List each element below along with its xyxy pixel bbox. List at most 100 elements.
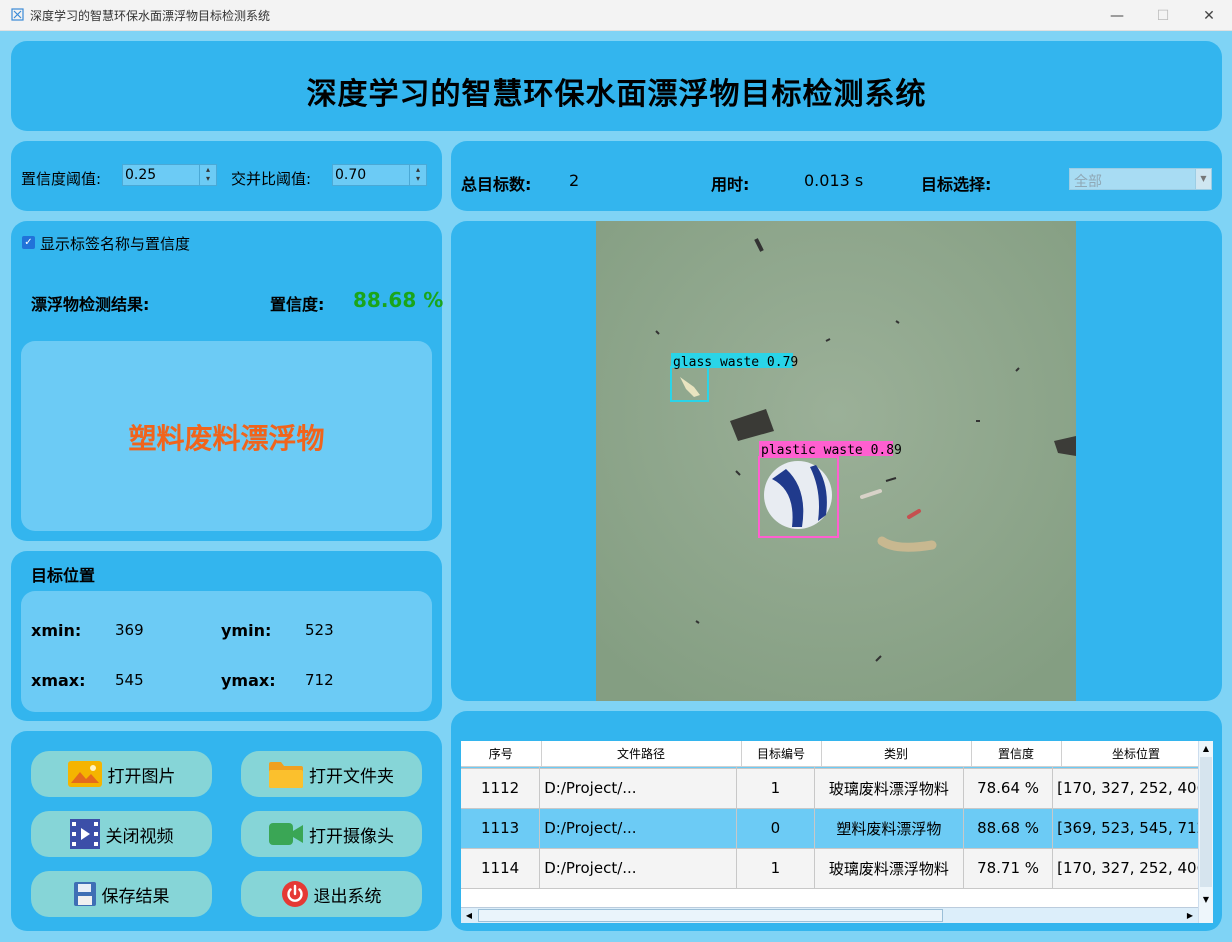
cell-index[interactable]: 1113	[461, 808, 541, 849]
cell-target-id[interactable]: 1	[736, 848, 815, 889]
water-scene: glass waste 0.79 plastic waste 0.89	[596, 221, 1076, 701]
results-table-header: 序号 文件路径 目标编号 类别 置信度 坐标位置	[461, 741, 1212, 767]
vertical-scroll-thumb[interactable]	[1200, 757, 1212, 887]
save-icon	[73, 882, 96, 906]
table-row[interactable]: 1114 D:/Project/... 1 玻璃废料漂浮物料 78.71 % [170, …	[461, 848, 1213, 889]
image-panel: glass waste 0.79 plastic waste 0.89	[451, 221, 1222, 701]
cell-target-id[interactable]: 1	[736, 768, 815, 809]
ymin-value: 523	[305, 621, 334, 639]
app-icon	[11, 8, 24, 21]
cell-path[interactable]: D:/Project/...	[539, 768, 738, 809]
open-image-label: 打开图片	[107, 766, 176, 787]
xmax-label: xmax:	[31, 671, 86, 690]
chevron-down-icon[interactable]: ▼	[1195, 169, 1211, 189]
show-label-text[interactable]: 显示标签名称与置信度	[40, 233, 190, 254]
scroll-left-icon[interactable]: ◀	[461, 908, 477, 923]
page-title: 深度学习的智慧环保水面漂浮物目标检测系统	[306, 77, 927, 112]
exit-system-button[interactable]: 退出系统	[241, 871, 422, 917]
col-header-confidence[interactable]: 置信度	[971, 741, 1062, 767]
total-targets-value: 2	[569, 171, 580, 190]
cell-coords[interactable]: [369, 523, 545, 712]	[1052, 808, 1213, 849]
col-header-class[interactable]: 类别	[821, 741, 972, 767]
cell-confidence[interactable]: 78.71 %	[963, 848, 1054, 889]
target-select-value: 全部	[1074, 174, 1102, 190]
target-select-combo[interactable]: 全部 ▼	[1069, 168, 1212, 190]
power-icon	[281, 881, 308, 907]
open-camera-label: 打开摄像头	[309, 826, 394, 847]
spin-arrows-icon[interactable]: ▴ ▾	[199, 165, 216, 185]
col-header-target-id[interactable]: 目标编号	[741, 741, 822, 767]
elapsed-time-value: 0.013 s	[804, 171, 864, 190]
open-image-button[interactable]: 打开图片	[31, 751, 212, 797]
cell-path[interactable]: D:/Project/...	[539, 808, 738, 849]
position-box: xmin: 369 ymin: 523 xmax: 545 ymax: 712	[21, 591, 432, 712]
close-button[interactable]: ✕	[1186, 0, 1232, 31]
elapsed-time-label: 用时:	[711, 175, 750, 194]
iou-threshold-spinbox[interactable]: 0.70 ▴ ▾	[332, 164, 427, 186]
cell-confidence[interactable]: 88.68 %	[963, 808, 1054, 849]
open-camera-button[interactable]: 打开摄像头	[241, 811, 422, 857]
minimize-icon: —	[1110, 7, 1124, 24]
xmax-value: 545	[115, 671, 144, 689]
exit-system-label: 退出系统	[313, 886, 382, 907]
cell-class[interactable]: 塑料废料漂浮物	[814, 808, 964, 849]
conf-threshold-value: 0.25	[125, 167, 157, 183]
target-select-label: 目标选择:	[921, 175, 992, 194]
col-header-path[interactable]: 文件路径	[541, 741, 742, 767]
cell-index[interactable]: 1114	[461, 848, 541, 889]
glass-waste-detection-label: glass waste 0.79	[673, 355, 798, 370]
conf-threshold-spinbox[interactable]: 0.25 ▴ ▾	[122, 164, 217, 186]
ymin-label: ymin:	[221, 621, 272, 640]
cell-confidence[interactable]: 78.64 %	[963, 768, 1054, 809]
cell-coords[interactable]: [170, 327, 252, 406]	[1052, 848, 1213, 889]
plastic-waste-detection-label: plastic waste 0.89	[761, 443, 902, 458]
table-row[interactable]: 1112 D:/Project/... 1 玻璃废料漂浮物料 78.64 % [170, …	[461, 768, 1213, 809]
folder-icon	[269, 760, 303, 788]
app-client: 深度学习的智慧环保水面漂浮物目标检测系统 置信度阈值: 0.25 ▴ ▾ 交并比阈…	[0, 31, 1232, 942]
confidence-label: 置信度:	[270, 295, 325, 314]
cell-class[interactable]: 玻璃废料漂浮物料	[814, 768, 964, 809]
cell-class[interactable]: 玻璃废料漂浮物料	[814, 848, 964, 889]
confidence-value: 88.68 %	[353, 288, 444, 312]
table-row[interactable]: 1113 D:/Project/... 0 塑料废料漂浮物 88.68 % [369, 5…	[461, 808, 1213, 849]
cell-target-id[interactable]: 0	[736, 808, 815, 849]
close-icon: ✕	[1203, 7, 1215, 24]
iou-threshold-value: 0.70	[335, 167, 367, 183]
spin-arrows-icon[interactable]: ▴ ▾	[409, 165, 426, 185]
window-title: 深度学习的智慧环保水面漂浮物目标检测系统	[30, 9, 271, 23]
detection-image: glass waste 0.79 plastic waste 0.89	[596, 221, 1076, 701]
class-display-box: 塑料废料漂浮物	[21, 341, 432, 531]
detected-class-name: 塑料废料漂浮物	[128, 422, 325, 455]
horizontal-scroll-thumb[interactable]	[478, 909, 943, 922]
cell-coords[interactable]: [170, 327, 252, 406]	[1052, 768, 1213, 809]
scroll-right-icon[interactable]: ▶	[1182, 908, 1198, 923]
horizontal-scrollbar[interactable]: ◀ ▶	[461, 907, 1198, 923]
maximize-button[interactable]: ☐	[1140, 0, 1186, 31]
open-folder-label: 打开文件夹	[309, 766, 394, 787]
result-panel: ✓ 显示标签名称与置信度 漂浮物检测结果: 置信度: 88.68 % 塑料废料漂…	[11, 221, 444, 541]
cell-path[interactable]: D:/Project/...	[539, 848, 738, 889]
ymax-label: ymax:	[221, 671, 276, 690]
position-title: 目标位置	[31, 566, 96, 585]
close-video-button[interactable]: 关闭视频	[31, 811, 212, 857]
scroll-down-icon[interactable]: ▼	[1199, 892, 1213, 907]
open-folder-button[interactable]: 打开文件夹	[241, 751, 422, 797]
camera-icon	[269, 823, 303, 845]
conf-threshold-label: 置信度阈值:	[21, 170, 102, 188]
save-results-button[interactable]: 保存结果	[31, 871, 212, 917]
header-panel: 深度学习的智慧环保水面漂浮物目标检测系统	[11, 41, 1222, 131]
iou-threshold-label: 交并比阈值:	[231, 170, 312, 188]
table-panel: 1111D:/Project/...0塑料废料漂浮物88.69 %[369, 5…	[451, 711, 1222, 931]
scroll-up-icon[interactable]: ▲	[1199, 741, 1213, 756]
xmin-label: xmin:	[31, 621, 82, 640]
vertical-scrollbar[interactable]: ▲ ▼	[1198, 741, 1213, 923]
cell-index[interactable]: 1112	[461, 768, 541, 809]
minimize-button[interactable]: —	[1094, 0, 1140, 31]
show-label-checkbox[interactable]: ✓	[22, 236, 35, 249]
stats-panel: 总目标数: 2 用时: 0.013 s 目标选择: 全部 ▼	[451, 141, 1222, 211]
col-header-coords[interactable]: 坐标位置	[1061, 741, 1212, 767]
col-header-index[interactable]: 序号	[461, 741, 542, 767]
result-label: 漂浮物检测结果:	[31, 295, 150, 314]
window-titlebar: 深度学习的智慧环保水面漂浮物目标检测系统 — ☐ ✕	[0, 0, 1232, 31]
video-icon	[69, 819, 100, 849]
